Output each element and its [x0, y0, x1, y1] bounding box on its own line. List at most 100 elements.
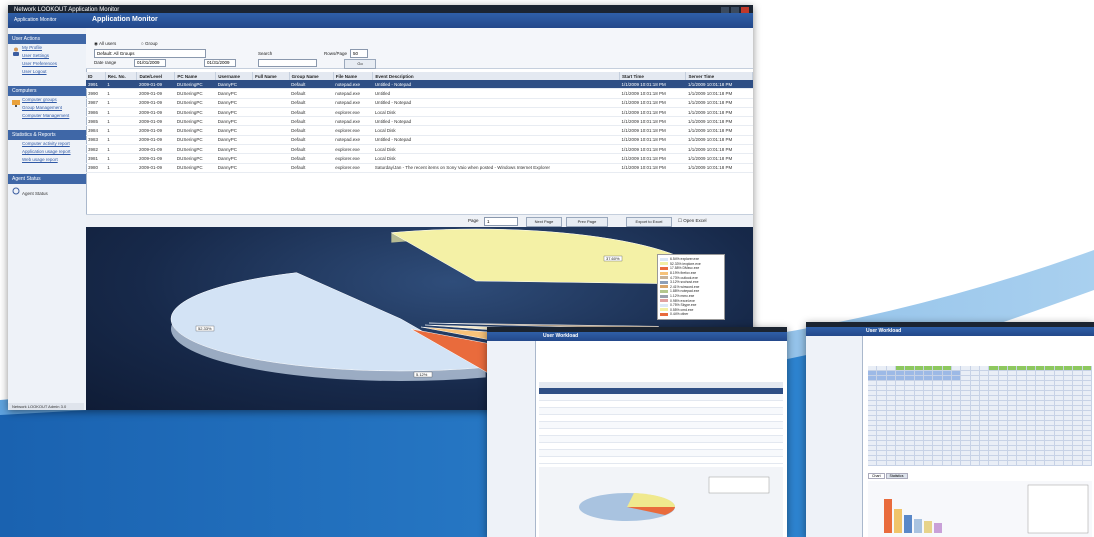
table-row[interactable]	[539, 415, 783, 422]
table-row[interactable]: 3985 1 2009-01-09 DUSeringPC DannyPC Default n…	[86, 116, 753, 127]
table-row[interactable]: 3980 1 2009-01-09 DUSeringPC DannyPC Default e…	[86, 163, 753, 173]
heatmap-cell[interactable]	[1017, 461, 1027, 466]
tab-statistics[interactable]: Statistics	[885, 473, 908, 479]
search-input[interactable]	[258, 59, 317, 67]
column-header[interactable]: Server Time	[685, 72, 753, 80]
table-cell: 1/1/2009 10:01:18 PM	[685, 80, 753, 90]
column-header[interactable]: ID	[86, 72, 106, 80]
third-window: User Workload Chart Statistics	[806, 322, 1094, 537]
table-cell: Untitled - Notepad	[372, 135, 620, 146]
rows-per-page-field[interactable]: 50	[350, 49, 368, 58]
heatmap-cell[interactable]	[979, 461, 990, 466]
table-row[interactable]: 3986 1 2009-01-09 DUSeringPC DannyPC Default e…	[86, 107, 753, 118]
export-button[interactable]: Export to Excel	[626, 217, 672, 227]
heatmap-cell[interactable]	[1054, 461, 1064, 466]
heatmap-grid	[868, 366, 1092, 466]
table-row[interactable]	[539, 394, 783, 401]
table-cell: DUSeringPC	[174, 125, 216, 136]
table-cell: DannyPC	[215, 116, 253, 127]
heatmap-cell[interactable]	[1007, 461, 1018, 466]
column-header[interactable]: Date/Level	[136, 72, 176, 80]
table-cell: 1	[105, 135, 137, 146]
sidebar-link-computer-mgmt[interactable]: Computer Management	[8, 112, 86, 120]
heatmap-cell[interactable]	[1045, 461, 1055, 466]
table-cell: 1/1/2009 10:01:18 PM	[685, 135, 753, 146]
date-to-field[interactable]: 01/31/2009	[204, 59, 236, 67]
heatmap-cell[interactable]	[989, 461, 999, 466]
heatmap-cell[interactable]	[895, 461, 906, 466]
heatmap-cell[interactable]	[905, 461, 915, 466]
table-row[interactable]: 3982 1 2009-01-09 DUSeringPC DannyPC Default e…	[86, 144, 753, 155]
legend-label: 2.41% winword.exe	[670, 284, 700, 289]
heatmap-cell[interactable]	[970, 461, 980, 466]
heatmap-cell[interactable]	[923, 461, 934, 466]
sidebar-link-app-report[interactable]: Application usage report	[8, 148, 86, 156]
table-cell: 1/1/2009 10:01:18 PM	[685, 125, 753, 136]
table-cell: 1	[105, 88, 137, 99]
table-cell: 1/1/2009 10:01:18 PM	[619, 163, 686, 173]
table-cell: 1/1/2009 10:01:18 PM	[685, 98, 753, 108]
sidebar-link-activity-report[interactable]: Computer activity report	[8, 140, 86, 148]
table-cell: DUSeringPC	[174, 144, 216, 155]
table-cell	[252, 98, 290, 108]
sidebar	[487, 341, 536, 537]
column-header[interactable]: Username	[215, 72, 254, 80]
go-button[interactable]: Go	[344, 59, 376, 69]
table-row[interactable]	[539, 436, 783, 443]
next-page-button[interactable]: Next Page	[526, 217, 562, 227]
table-row[interactable]	[539, 457, 783, 464]
heatmap-cell[interactable]	[886, 461, 896, 466]
heatmap-cell[interactable]	[914, 461, 924, 466]
heatmap-cell[interactable]	[942, 461, 952, 466]
table-cell: 3982	[86, 144, 106, 155]
table-row[interactable]	[539, 429, 783, 436]
page-field[interactable]: 1	[484, 217, 518, 226]
table-row[interactable]: 3984 1 2009-01-09 DUSeringPC DannyPC Default e…	[86, 125, 753, 136]
table-row[interactable]	[539, 443, 783, 450]
prev-page-button[interactable]: Prev Page	[566, 217, 608, 227]
table-row[interactable]	[539, 401, 783, 408]
heatmap-cell[interactable]	[961, 461, 971, 466]
column-header[interactable]: File Name	[333, 72, 374, 80]
table-row[interactable]	[539, 450, 783, 457]
date-from-field[interactable]: 01/01/2009	[134, 59, 166, 67]
sidebar-link-preferences[interactable]: User Preferences	[8, 60, 86, 68]
column-header[interactable]: Start Time	[619, 72, 687, 80]
heatmap-cell[interactable]	[933, 461, 943, 466]
tab-chart[interactable]: Chart	[868, 473, 885, 479]
heatmap-cell[interactable]	[951, 461, 962, 466]
column-header[interactable]: Group Name	[289, 72, 334, 80]
heatmap-cell[interactable]	[1082, 461, 1092, 466]
table-cell: explorer.exe	[333, 125, 373, 136]
heatmap-cell[interactable]	[868, 461, 878, 466]
legend-label: 0.55% cmd.exe	[670, 307, 694, 312]
table-row[interactable]	[539, 408, 783, 415]
heatmap-cell[interactable]	[998, 461, 1008, 466]
filter-panel: ◉ All users ○ Group Default: All Groups …	[86, 28, 753, 69]
group-radio[interactable]: ○ Group	[141, 41, 157, 46]
group-select[interactable]: Default: All Groups	[94, 49, 206, 58]
sidebar-link-logout[interactable]: User Logout	[8, 68, 86, 76]
table-row[interactable]: 3991 1 2009-01-09 DUSeringPC DannyPC Default n…	[86, 80, 753, 90]
sidebar-link-web-report[interactable]: Web usage report	[8, 156, 86, 164]
column-header[interactable]: PC Name	[174, 72, 217, 80]
heatmap-cell[interactable]	[1035, 461, 1046, 466]
legend-label: 4.73% outlook.exe	[670, 275, 698, 280]
table-row[interactable]: 3990 1 2009-01-09 DUSeringPC DannyPC Default n…	[86, 88, 753, 99]
all-users-radio[interactable]: ◉ All users	[94, 41, 116, 47]
table-row[interactable]: 3987 1 2009-01-09 DUSeringPC DannyPC Default n…	[86, 98, 753, 108]
table-row[interactable]	[539, 422, 783, 429]
column-header[interactable]: Full Name	[252, 72, 290, 80]
table-cell: 1	[105, 107, 137, 118]
table-row[interactable]: 3983 1 2009-01-09 DUSeringPC DannyPC Default n…	[86, 135, 753, 146]
legend-swatch	[660, 285, 668, 289]
column-header[interactable]: Event Description	[372, 72, 620, 80]
heatmap-cell[interactable]	[1073, 461, 1083, 466]
table-cell: 1/1/2009 10:01:18 PM	[619, 116, 686, 127]
column-header[interactable]: Rec. No.	[105, 72, 138, 80]
open-excel-checkbox[interactable]: ☐ Open Excel	[678, 218, 707, 224]
heatmap-cell[interactable]	[1063, 461, 1074, 466]
table-row[interactable]: 3981 1 2009-01-09 DUSeringPC DannyPC Default e…	[86, 153, 753, 164]
heatmap-cell[interactable]	[877, 461, 887, 466]
heatmap-cell[interactable]	[1026, 461, 1036, 466]
